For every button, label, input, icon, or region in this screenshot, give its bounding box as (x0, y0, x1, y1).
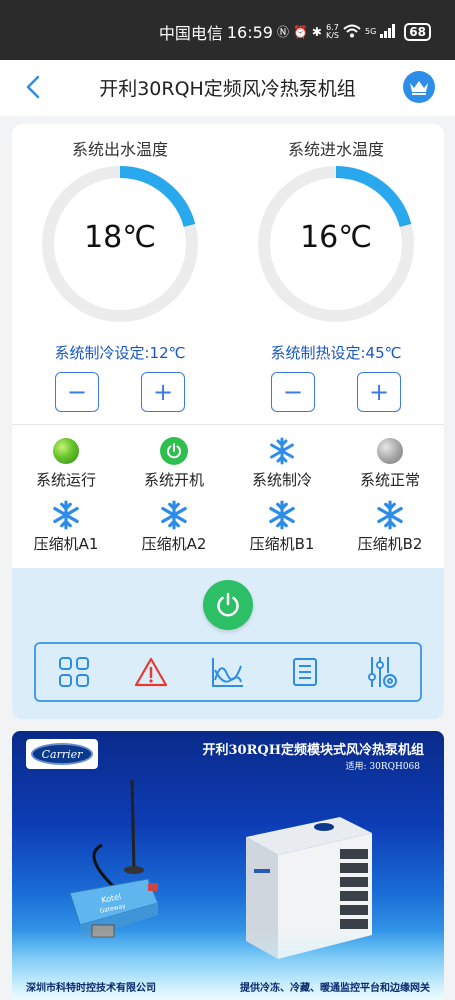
carrier-logo: Carrier (26, 739, 98, 769)
settings-button[interactable] (362, 652, 402, 692)
snowflake-icon (269, 500, 295, 530)
vip-button[interactable] (403, 71, 435, 103)
carrier-name: 中国电信 (158, 24, 223, 43)
inlet-temp-label: 系统进水温度 (287, 140, 384, 159)
status-system-cooling: 系统制冷 (228, 436, 336, 490)
status-compressor-a1: 压缩机A1 (12, 500, 120, 554)
snowflake-icon (53, 500, 79, 530)
battery-level: 68 (404, 23, 431, 41)
alarm-warning-icon (135, 657, 168, 687)
outlet-temp-arc (119, 166, 196, 228)
power-on-icon (160, 437, 188, 465)
status-label: 系统开机 (143, 471, 204, 489)
network-type: 5G (365, 27, 377, 36)
divider (12, 424, 444, 425)
snowflake-icon (270, 437, 294, 465)
snowflake-icon (161, 500, 187, 530)
cooling-setpoint: 系统制冷设定:12℃ (54, 344, 186, 362)
network-speed: 6.7 K/S (326, 24, 339, 40)
settings-sliders-icon (367, 657, 397, 688)
cooling-increase-button[interactable]: + (141, 372, 185, 412)
signal-icon (380, 24, 396, 40)
status-label: 压缩机A1 (33, 535, 99, 553)
network-speed-unit: K/S (325, 31, 339, 40)
trend-chart-icon (211, 658, 243, 687)
status-compressor-a2: 压缩机A2 (120, 500, 228, 554)
gateway-device-image: Kotel Gateway (69, 779, 159, 939)
outlet-temp-panel: 系统出水温度 18℃ 系统制冷设定:12℃ − + (12, 124, 228, 424)
bluetooth-icon: ✱ (311, 25, 322, 39)
banner-title: 开利30RQH定频模块式风冷热泵机组 (202, 743, 424, 758)
power-button[interactable] (203, 580, 253, 630)
status-compressor-b2: 压缩机B2 (336, 500, 444, 554)
status-label: 系统正常 (359, 471, 420, 489)
status-bar: 中国电信 16:59 Ⓝ ⏰ ✱ 6.7 K/S 5G 68 (0, 0, 455, 60)
clock-time: 16:59 (226, 22, 273, 42)
inlet-temp-value: 16℃ (300, 220, 372, 255)
grey-led-icon (377, 438, 403, 464)
alarm-clock-icon: ⏰ (292, 25, 308, 39)
power-icon (217, 592, 239, 617)
outlet-temp-value: 18℃ (84, 220, 156, 255)
cooling-decrease-button[interactable]: − (55, 372, 99, 412)
grid-icon (59, 657, 90, 687)
carrier-logo-text: Carrier (31, 743, 93, 765)
company-name: 深圳市科特时控技术有限公司 (26, 983, 156, 994)
alarm-button[interactable] (131, 652, 171, 692)
heating-increase-button[interactable]: + (357, 372, 401, 412)
heating-setpoint: 系统制热设定:45℃ (270, 344, 402, 362)
control-panel (12, 568, 444, 719)
back-button[interactable] (20, 72, 48, 102)
status-label: 压缩机B2 (357, 535, 423, 553)
status-grid: 系统运行 系统开机 系统制冷 系统正常 压缩机A1 压缩机A2 压缩机B1 压缩… (12, 436, 444, 554)
records-button[interactable] (285, 652, 325, 692)
inlet-temp-panel: 系统进水温度 16℃ 系统制热设定:45℃ − + (228, 124, 444, 424)
cooling-setpoint-controls: − + (12, 372, 228, 412)
overview-button[interactable] (54, 652, 94, 692)
banner-footer: 深圳市科特时控技术有限公司 提供冷冻、冷藏、暖通监控平台和边缘网关 (12, 979, 444, 994)
unit-control-card: 系统出水温度 18℃ 系统制冷设定:12℃ − + 系统进水温度 16℃ 系统制… (12, 124, 444, 719)
company-slogan: 提供冷冻、冷藏、暖通监控平台和边缘网关 (240, 983, 430, 994)
product-banner: Carrier 开利30RQH定频模块式风冷热泵机组 适用: 30RQH068 … (12, 731, 444, 1000)
status-label: 系统制冷 (251, 471, 312, 489)
status-label: 系统运行 (35, 471, 96, 489)
inlet-temp-arc (335, 166, 412, 228)
nfc-icon: Ⓝ (276, 25, 289, 39)
list-icon (292, 658, 317, 686)
status-system-normal: 系统正常 (336, 436, 444, 490)
status-label: 压缩机A2 (141, 535, 207, 553)
wifi-icon (343, 24, 361, 40)
banner-subtitle: 适用: 30RQH068 (345, 762, 420, 772)
chevron-left-icon (26, 75, 40, 99)
crown-icon (410, 81, 428, 95)
status-compressor-b1: 压缩机B1 (228, 500, 336, 554)
trend-button[interactable] (208, 652, 248, 692)
status-system-running: 系统运行 (12, 436, 120, 490)
status-bar-right: 中国电信 16:59 Ⓝ ⏰ ✱ 6.7 K/S 5G 68 (159, 20, 431, 44)
status-system-on: 系统开机 (120, 436, 228, 490)
green-led-icon (53, 438, 79, 464)
page-title: 开利30RQH定频风冷热泵机组 (99, 78, 356, 100)
function-toolbar (34, 642, 422, 702)
heating-decrease-button[interactable]: − (271, 372, 315, 412)
app-header: 开利30RQH定频风冷热泵机组 (0, 60, 455, 116)
heating-setpoint-controls: − + (228, 372, 444, 412)
snowflake-icon (377, 500, 403, 530)
outlet-temp-label: 系统出水温度 (71, 140, 168, 159)
status-label: 压缩机B1 (249, 535, 315, 553)
